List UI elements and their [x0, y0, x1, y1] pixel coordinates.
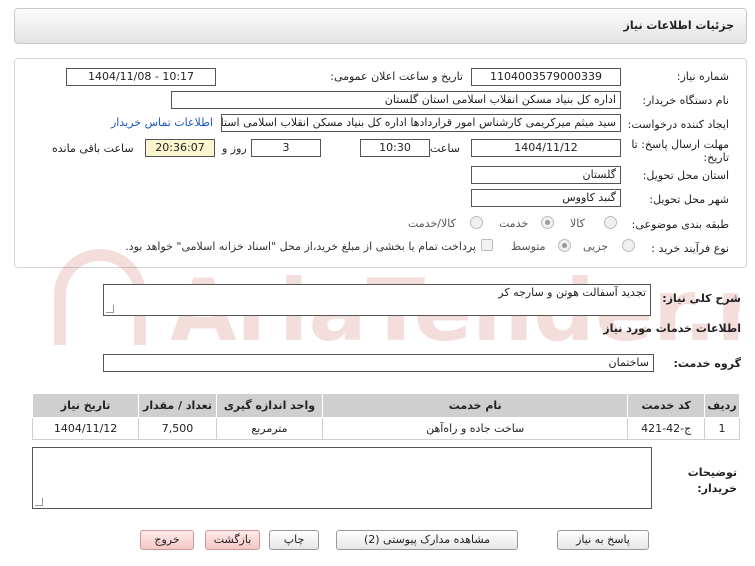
col-quantity: تعداد / مقدار — [138, 393, 217, 418]
category-goods-service-label: کالا/خدمت — [408, 217, 456, 230]
service-group-field: ساختمان — [103, 354, 654, 372]
deadline-date-label: تاریخ: — [703, 151, 729, 164]
process-type-label: نوع فرآیند خرید : — [651, 242, 729, 255]
buyer-notes-field[interactable] — [32, 447, 652, 509]
city-label: شهر محل تحویل: — [649, 193, 729, 206]
deadline-time-field: 10:30 — [360, 139, 430, 157]
buyer-notes-label-1: توضیحات — [687, 466, 737, 479]
col-service-name: نام خدمت — [322, 393, 629, 418]
reply-button[interactable]: پاسخ به نیاز — [557, 530, 649, 550]
remaining-days-field: 3 — [251, 139, 321, 157]
process-medium-radio[interactable] — [558, 239, 571, 252]
print-button[interactable]: چاپ — [269, 530, 319, 550]
need-number-field: 1104003579000339 — [471, 68, 621, 86]
process-medium-label: متوسط — [511, 240, 546, 253]
cell-row-number: 1 — [703, 417, 741, 440]
cell-unit: مترمربع — [215, 417, 324, 440]
view-documents-button[interactable]: مشاهده مدارک پیوستی (2) — [336, 530, 518, 550]
city-field: گنبد کاووس — [471, 189, 621, 207]
cell-quantity: 7,500 — [138, 417, 217, 440]
cell-need-date: 1404/11/12 — [31, 417, 140, 440]
cell-service-code: ج-42-421 — [627, 417, 705, 440]
cell-service-name: ساخت جاده و راه‌آهن — [322, 417, 629, 440]
service-group-label: گروه خدمت: — [673, 357, 741, 370]
buyer-notes-label-2: خریدار: — [697, 482, 737, 495]
col-need-date: تاریخ نیاز — [31, 393, 140, 418]
resize-grip-icon[interactable] — [35, 498, 43, 506]
table-header-row: ردیف کد خدمت نام خدمت واحد اندازه گیری ت… — [31, 393, 741, 418]
deadline-date-field: 1404/11/12 — [471, 139, 621, 157]
col-service-code: کد خدمت — [627, 393, 705, 418]
col-row-number: ردیف — [703, 393, 741, 418]
announce-date-field: 1404/11/08 - 10:17 — [66, 68, 216, 86]
buyer-contact-link[interactable]: اطلاعات تماس خریدار — [111, 116, 213, 129]
buyer-org-field: اداره کل بنیاد مسکن انقلاب اسلامی استان … — [171, 91, 621, 109]
page-header: جزئیات اطلاعات نیاز — [14, 8, 747, 44]
treasury-payment-note: پرداخت تمام یا بخشی از مبلغ خرید،از محل … — [125, 240, 476, 253]
services-table: ردیف کد خدمت نام خدمت واحد اندازه گیری ت… — [31, 393, 741, 440]
back-button[interactable]: بازگشت — [205, 530, 260, 550]
buyer-org-label: نام دستگاه خریدار: — [642, 94, 729, 107]
need-summary-field: تجدید آسفالت هوتن و سارجه کر — [103, 284, 651, 316]
need-summary-text: تجدید آسفالت هوتن و سارجه کر — [498, 286, 646, 299]
remaining-time-field: 20:36:07 — [145, 139, 215, 157]
days-label: روز و — [222, 142, 247, 155]
need-summary-label: شرح کلی نیاز: — [662, 292, 741, 305]
creator-label: ایجاد کننده درخواست: — [627, 118, 729, 131]
category-goods-label: کالا — [570, 217, 585, 230]
category-label: طبقه بندی موضوعی: — [631, 218, 729, 231]
need-number-label: شماره نیاز: — [676, 70, 729, 83]
table-row: 1 ج-42-421 ساخت جاده و راه‌آهن مترمربع 7… — [31, 417, 741, 440]
category-service-radio[interactable] — [541, 216, 554, 229]
remaining-time-label: ساعت باقی مانده — [52, 142, 134, 155]
creator-field: سید میثم میرکریمی کارشناس امور قراردادها… — [221, 114, 621, 132]
exit-button[interactable]: خروج — [140, 530, 194, 550]
province-field: گلستان — [471, 166, 621, 184]
treasury-payment-checkbox[interactable] — [481, 239, 493, 251]
deadline-label: مهلت ارسال پاسخ: تا — [631, 138, 729, 151]
process-minor-label: جزیی — [583, 240, 609, 253]
need-details-panel — [14, 58, 747, 268]
deadline-time-label: ساعت — [430, 142, 460, 155]
category-service-label: خدمت — [499, 217, 529, 230]
page-title: جزئیات اطلاعات نیاز — [623, 19, 735, 32]
category-goods-radio[interactable] — [604, 216, 617, 229]
col-unit: واحد اندازه گیری — [215, 393, 324, 418]
services-section-title: اطلاعات خدمات مورد نیاز — [603, 322, 741, 335]
category-goods-service-radio[interactable] — [470, 216, 483, 229]
province-label: استان محل تحویل: — [642, 169, 729, 182]
announce-date-label: تاریخ و ساعت اعلان عمومی: — [330, 70, 463, 83]
process-minor-radio[interactable] — [622, 239, 635, 252]
resize-grip-icon[interactable] — [106, 305, 114, 313]
